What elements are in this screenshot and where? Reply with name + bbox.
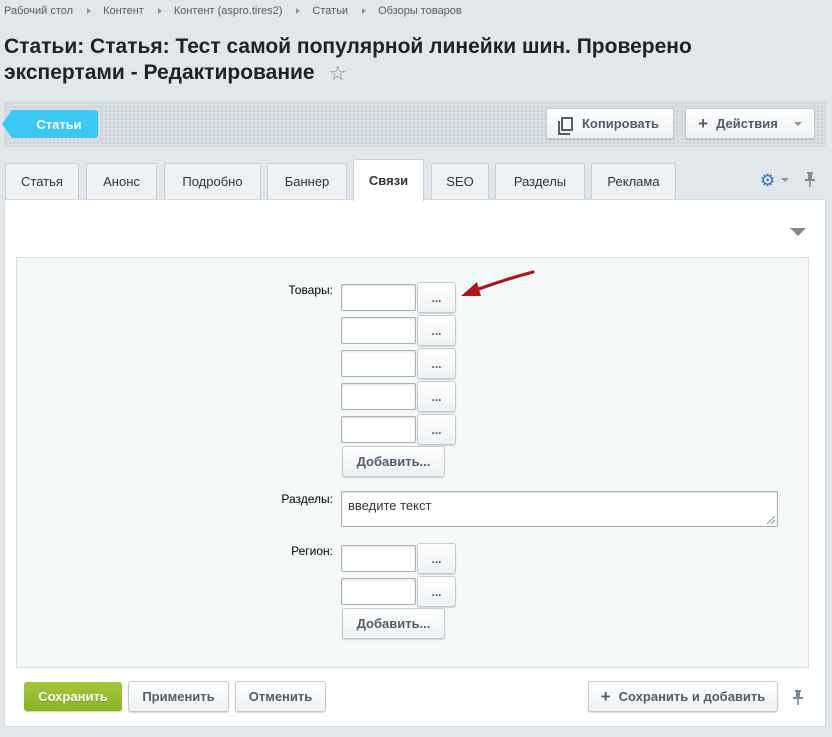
tab-sections[interactable]: Разделы (495, 163, 585, 199)
back-to-articles-button[interactable]: Статьи (2, 110, 98, 138)
resize-grip-icon[interactable] (767, 516, 775, 524)
add-product-button[interactable]: Добавить... (342, 446, 445, 477)
product-select-button-4[interactable]: ... (417, 381, 456, 412)
tab-label: Реклама (607, 174, 660, 189)
actions-button[interactable]: + Действия (685, 108, 815, 139)
tab-article[interactable]: Статья (5, 163, 79, 199)
page-title-container: Статьи: Статья: Тест самой популярной ли… (4, 34, 764, 87)
sections-textarea[interactable]: введите текст (341, 491, 778, 527)
tab-label: Анонс (103, 174, 140, 189)
product-id-input-3[interactable] (341, 350, 416, 377)
breadcrumb-separator-icon (87, 8, 92, 14)
product-id-input-5[interactable] (341, 416, 416, 443)
product-select-button-3[interactable]: ... (417, 348, 456, 379)
sections-placeholder: введите текст (348, 498, 432, 513)
save-and-add-button[interactable]: + Сохранить и добавить (588, 681, 778, 712)
save-button-label: Сохранить (38, 689, 108, 704)
breadcrumb-separator-icon (157, 8, 162, 14)
breadcrumb: Рабочий стол Контент Контент (aspro.tire… (4, 5, 462, 17)
breadcrumb-item-content[interactable]: Контент (103, 5, 144, 17)
breadcrumb-item-articles[interactable]: Статьи (312, 5, 348, 17)
tab-label: SEO (446, 174, 474, 189)
gear-icon[interactable]: ⚙ (760, 171, 775, 191)
tab-announce[interactable]: Анонс (86, 163, 157, 199)
pin-icon[interactable] (792, 689, 804, 705)
apply-button[interactable]: Применить (128, 681, 229, 712)
tab-label: Баннер (284, 174, 330, 189)
plus-icon: + (698, 113, 709, 133)
region-select-button-2[interactable]: ... (417, 576, 456, 607)
cancel-button-label: Отменить (248, 689, 313, 704)
chevron-down-icon[interactable] (781, 178, 789, 182)
products-label: Товары: (288, 283, 333, 297)
tab-label: Статья (21, 174, 63, 189)
add-region-button[interactable]: Добавить... (342, 608, 445, 639)
product-select-button-1[interactable]: ... (417, 282, 456, 313)
tab-banner[interactable]: Баннер (267, 163, 347, 199)
save-button[interactable]: Сохранить (24, 682, 122, 711)
breadcrumb-separator-icon (362, 8, 367, 14)
pin-icon[interactable] (804, 171, 816, 187)
chevron-down-icon (793, 121, 802, 126)
region-id-input-1[interactable] (341, 545, 416, 572)
star-icon[interactable]: ☆ (329, 61, 347, 87)
plus-icon: + (600, 686, 611, 706)
save-and-add-label: Сохранить и добавить (618, 689, 766, 704)
region-select-button-1[interactable]: ... (417, 543, 456, 574)
region-label: Регион: (291, 544, 333, 558)
product-id-input-1[interactable] (341, 284, 416, 311)
copy-button[interactable]: Копировать (546, 108, 674, 139)
triangle-down-icon[interactable] (790, 228, 806, 236)
product-select-button-5[interactable]: ... (417, 414, 456, 445)
tab-label: Подробно (182, 174, 243, 189)
copy-icon (557, 116, 573, 135)
actions-button-label: Действия (716, 116, 778, 131)
red-arrow (461, 270, 535, 296)
tab-details[interactable]: Подробно (164, 163, 261, 199)
cancel-button[interactable]: Отменить (235, 681, 326, 712)
tab-seo[interactable]: SEO (431, 163, 489, 199)
breadcrumb-item-desktop[interactable]: Рабочий стол (4, 5, 73, 17)
breadcrumb-item-reviews[interactable]: Обзоры товаров (378, 5, 462, 17)
breadcrumb-item-content-site[interactable]: Контент (aspro.tires2) (174, 5, 283, 17)
region-id-input-2[interactable] (341, 578, 416, 605)
product-id-input-2[interactable] (341, 317, 416, 344)
product-id-input-4[interactable] (341, 383, 416, 410)
product-select-button-2[interactable]: ... (417, 315, 456, 346)
apply-button-label: Применить (142, 689, 215, 704)
back-button-label: Статьи (36, 116, 82, 132)
breadcrumb-separator-icon (296, 8, 301, 14)
tab-links[interactable]: Связи (353, 159, 424, 201)
page-title: Статьи: Статья: Тест самой популярной ли… (4, 35, 692, 84)
tab-label: Связи (368, 173, 409, 188)
sections-label: Разделы: (281, 492, 333, 506)
tab-advertising[interactable]: Реклама (591, 163, 676, 199)
tab-label: Разделы (513, 174, 567, 189)
copy-button-label: Копировать (581, 116, 659, 131)
